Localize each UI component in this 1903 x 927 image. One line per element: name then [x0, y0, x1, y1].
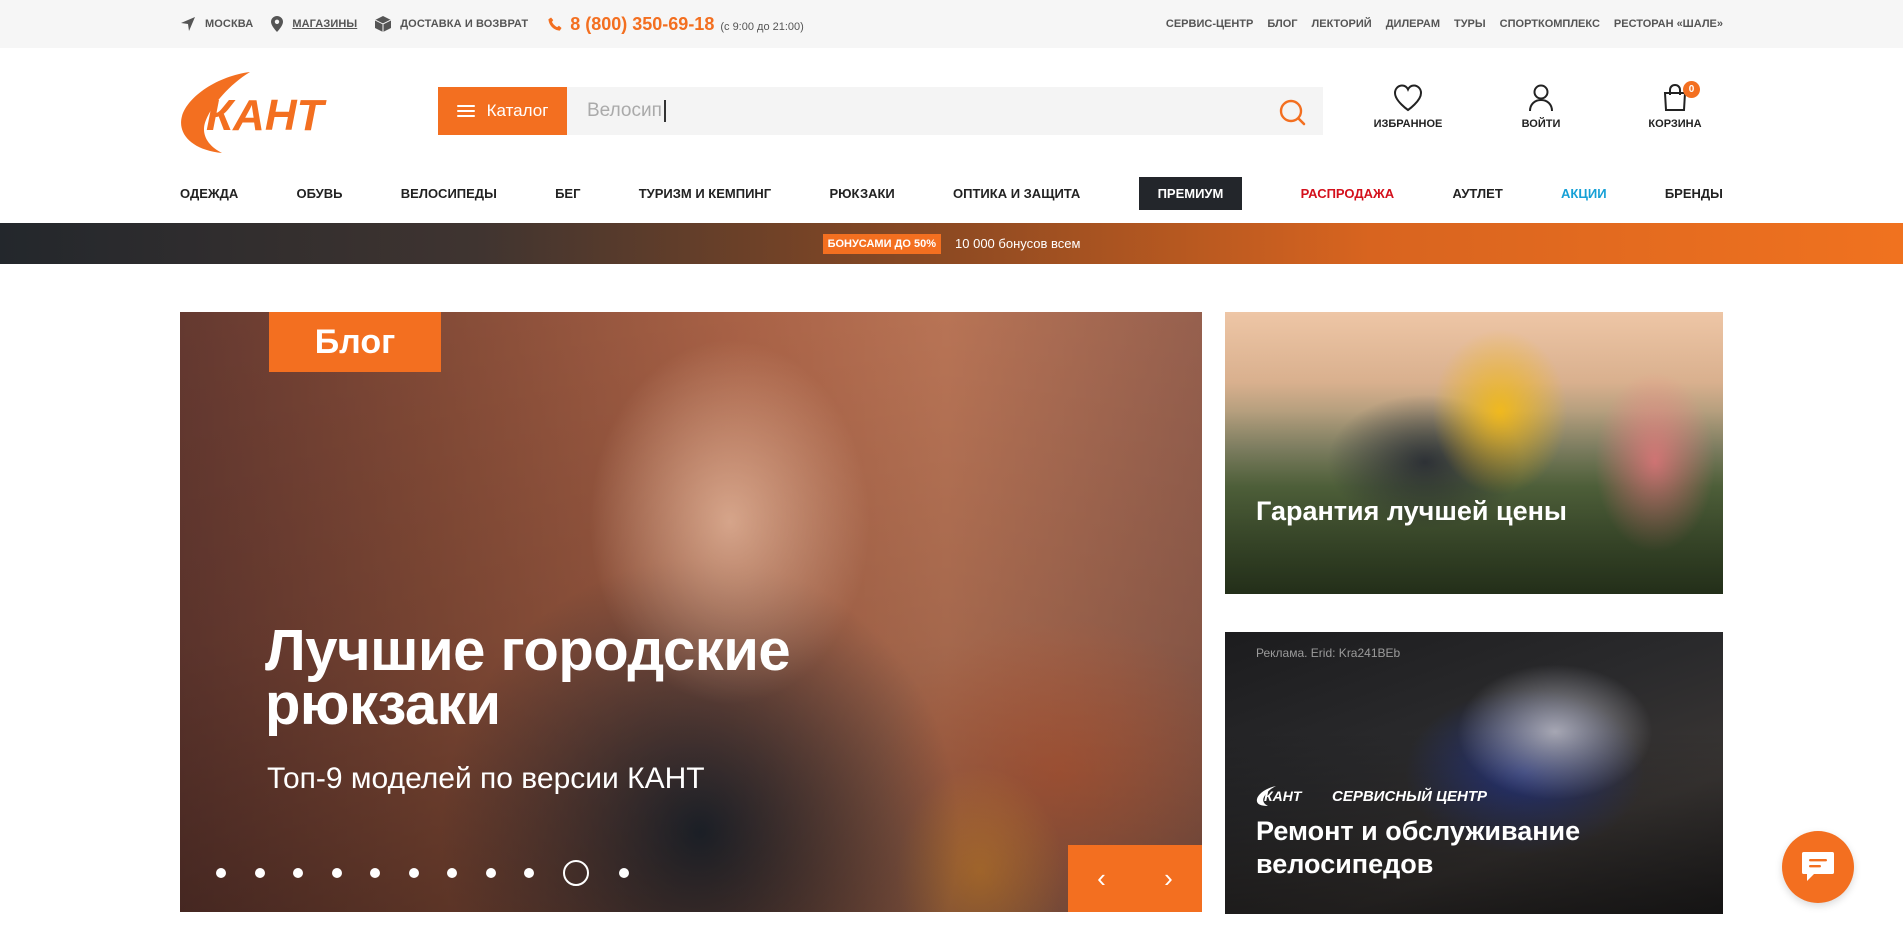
slider-dot[interactable] — [370, 868, 380, 878]
slider-dot[interactable] — [331, 868, 342, 878]
nav-item-optics-protection[interactable]: ОПТИКА И ЗАЩИТА — [953, 186, 1080, 201]
nav-item-tourism-camping[interactable]: ТУРИЗМ И КЕМПИНГ — [639, 186, 771, 201]
topbar-link-restaurant[interactable]: РЕСТОРАН «ШАЛЕ» — [1614, 18, 1723, 30]
heart-icon — [1393, 84, 1423, 112]
search-button[interactable] — [1277, 97, 1307, 127]
topbar-link-blog[interactable]: БЛОГ — [1267, 18, 1297, 30]
nav-item-footwear[interactable]: ОБУВЬ — [297, 186, 343, 201]
cart-label: КОРЗИНА — [1648, 118, 1702, 130]
stores-label: МАГАЗИНЫ — [292, 18, 358, 30]
topbar-link-service-center[interactable]: СЕРВИС-ЦЕНТР — [1166, 18, 1253, 30]
promo-badge: БОНУСАМИ ДО 50% — [822, 233, 942, 254]
banner-best-price[interactable]: Гарантия лучшей цены — [1225, 312, 1723, 594]
hero-subtitle: Топ-9 моделей по версии КАНТ — [267, 762, 705, 795]
search-bar — [567, 87, 1323, 135]
map-pin-icon — [271, 16, 284, 32]
chat-icon — [1802, 852, 1834, 881]
hero-title: Лучшие городские рюкзаки — [265, 618, 791, 737]
hero-slider[interactable]: Блог Лучшие городские рюкзаки Топ-9 моде… — [180, 312, 1202, 912]
slider-dot[interactable] — [216, 868, 226, 878]
promo-text: 10 000 бонусов всем — [955, 236, 1081, 251]
menu-icon — [456, 105, 475, 117]
banner-title: Гарантия лучшей цены — [1256, 496, 1567, 526]
favorites-button[interactable]: ИЗБРАННОЕ — [1353, 84, 1463, 130]
search-input[interactable] — [567, 87, 1267, 135]
location-arrow-icon — [181, 17, 195, 31]
delivery-link[interactable]: ДОСТАВКА И ВОЗВРАТ — [375, 16, 528, 32]
delivery-label: ДОСТАВКА И ВОЗВРАТ — [400, 18, 529, 30]
favorites-label: ИЗБРАННОЕ — [1373, 118, 1443, 130]
phone-block[interactable]: 8 (800) 350-69-18 (с 9:00 до 21:00) — [548, 14, 804, 35]
main-navigation: ОДЕЖДА ОБУВЬ ВЕЛОСИПЕДЫ БЕГ ТУРИЗМ И КЕМ… — [180, 176, 1723, 210]
slider-dot[interactable] — [485, 868, 496, 878]
slider-dots — [216, 860, 657, 886]
slider-dot[interactable] — [408, 868, 419, 878]
topbar-link-tours[interactable]: ТУРЫ — [1454, 18, 1486, 30]
nav-item-clothing[interactable]: ОДЕЖДА — [180, 186, 238, 201]
kant-logo[interactable]: КАНТ — [180, 70, 364, 154]
nav-item-bicycles[interactable]: ВЕЛОСИПЕДЫ — [401, 186, 497, 201]
topbar-link-dealers[interactable]: ДИЛЕРАМ — [1386, 18, 1440, 30]
slider-dot[interactable] — [293, 868, 303, 878]
box-icon — [375, 16, 392, 32]
logo-text: КАНТ — [206, 91, 327, 140]
slider-prev-button[interactable]: ‹ — [1068, 845, 1135, 912]
phone-icon — [548, 17, 562, 31]
nav-item-brands[interactable]: БРЕНДЫ — [1665, 186, 1723, 201]
phone-number[interactable]: 8 (800) 350-69-18 — [570, 14, 714, 35]
kant-logo-mark: КАНТ — [1256, 786, 1303, 806]
promo-strip[interactable]: БОНУСАМИ ДО 50% 10 000 бонусов всем — [0, 223, 1903, 264]
slider-next-button[interactable]: › — [1135, 845, 1202, 912]
search-icon — [1279, 99, 1306, 126]
nav-item-running[interactable]: БЕГ — [555, 186, 580, 201]
slider-dot[interactable] — [447, 868, 457, 878]
slider-dot[interactable] — [618, 868, 629, 878]
chat-button[interactable] — [1782, 831, 1854, 903]
service-label: СЕРВИСНЫЙ ЦЕНТР — [1332, 787, 1488, 805]
slider-arrows: ‹ › — [1068, 845, 1202, 912]
nav-item-backpacks[interactable]: РЮКЗАКИ — [829, 186, 894, 201]
banner-title: Ремонт и обслуживание велосипедов — [1256, 816, 1581, 879]
banner-image — [1225, 312, 1723, 594]
topbar-link-lectures[interactable]: ЛЕКТОРИЙ — [1312, 18, 1372, 30]
nav-item-outlet[interactable]: АУТЛЕТ — [1452, 186, 1502, 201]
ad-disclaimer: Реклама. Erid: Kra241BEb — [1256, 646, 1401, 660]
user-icon — [1529, 84, 1553, 112]
slider-dot-active[interactable] — [562, 860, 589, 886]
slider-dot[interactable] — [254, 868, 265, 878]
text-caret — [664, 100, 666, 122]
nav-item-sale[interactable]: РАСПРОДАЖА — [1301, 186, 1395, 201]
nav-item-premium[interactable]: ПРЕМИУМ — [1138, 176, 1243, 210]
city-label: МОСКВА — [205, 18, 254, 30]
slider-dot[interactable] — [524, 868, 534, 878]
cart-button[interactable]: 0 КОРЗИНА — [1620, 81, 1730, 130]
banner-service-center[interactable]: Реклама. Erid: Kra241BEb КАНТ СЕРВИСНЫЙ … — [1225, 632, 1723, 914]
kant-logo-mark: КАНТ — [181, 72, 327, 153]
hero-category-tag: Блог — [269, 312, 441, 372]
catalog-label: Каталог — [486, 101, 549, 120]
topbar-link-sports-complex[interactable]: СПОРТКОМПЛЕКС — [1500, 18, 1600, 30]
login-button[interactable]: ВОЙТИ — [1486, 84, 1596, 130]
top-utility-bar: МОСКВА МАГАЗИНЫ ДОСТАВКА И ВОЗВРАТ 8 (80… — [0, 0, 1903, 48]
nav-item-promotions[interactable]: АКЦИИ — [1561, 186, 1607, 201]
login-label: ВОЙТИ — [1521, 118, 1561, 130]
service-center-logo: КАНТ СЕРВИСНЫЙ ЦЕНТР — [1256, 785, 1487, 807]
phone-hours: (с 9:00 до 21:00) — [720, 20, 804, 33]
hero-image — [180, 312, 1202, 912]
catalog-button[interactable]: Каталог — [438, 87, 567, 135]
city-selector[interactable]: МОСКВА — [180, 16, 253, 32]
cart-count-badge: 0 — [1683, 81, 1700, 98]
service-brand: КАНТ — [1264, 788, 1303, 804]
stores-link[interactable]: МАГАЗИНЫ — [271, 16, 357, 32]
